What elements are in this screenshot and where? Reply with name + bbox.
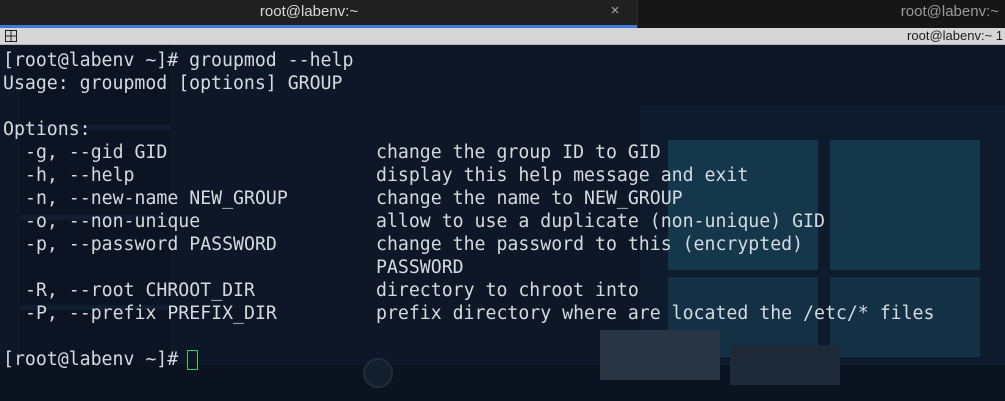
option-description: change the password to this (encrypted)	[376, 234, 804, 255]
tab-bar: root@labenv:~ × root@labenv:~	[0, 0, 1005, 28]
option-description: change the name to NEW_GROUP	[376, 188, 683, 209]
option-flag: -g, --gid GID	[25, 142, 168, 163]
option-flag: -o, --non-unique	[25, 211, 201, 232]
option-description: display this help message and exit	[376, 165, 749, 186]
options-heading: Options:	[3, 119, 91, 140]
option-description: change the group ID to GID	[376, 142, 661, 163]
option-row: -P, --prefix PREFIX_DIR prefix directory …	[3, 302, 934, 325]
usage-line: Usage: groupmod [options] GROUP	[3, 73, 343, 94]
option-description-continued: PASSWORD	[376, 257, 464, 278]
option-row-continuation: PASSWORD	[3, 256, 934, 279]
option-flag: -P, --prefix PREFIX_DIR	[25, 303, 277, 324]
tab-active[interactable]: root@labenv:~ ×	[0, 0, 637, 25]
shell-prompt: [root@labenv ~]#	[3, 50, 190, 71]
option-flag: -h, --help	[25, 165, 135, 186]
strip-title: root@labenv:~ 1	[907, 28, 1003, 43]
option-flag: -p, --password PASSWORD	[25, 234, 277, 255]
tab-inactive-title: root@labenv:~	[900, 3, 999, 20]
option-flag: -n, --new-name NEW_GROUP	[25, 188, 288, 209]
command-text: groupmod --help	[189, 50, 354, 71]
cursor-icon	[187, 349, 199, 370]
split-grid-icon[interactable]	[5, 30, 17, 42]
tab-active-title: root@labenv:~	[259, 3, 359, 20]
tab-inactive[interactable]: root@labenv:~	[637, 0, 1005, 28]
option-row: -R, --root CHROOT_DIR directory to chroot…	[3, 279, 934, 302]
option-row: -g, --gid GID change the group ID to GID	[3, 141, 934, 164]
terminal-output: [root@labenv ~]# groupmod --help Usage: …	[3, 49, 934, 371]
close-icon[interactable]: ×	[605, 1, 625, 21]
option-row: -h, --help display this help message and …	[3, 164, 934, 187]
option-flag: -R, --root CHROOT_DIR	[25, 280, 255, 301]
active-prompt-line[interactable]: [root@labenv ~]#	[3, 348, 934, 371]
option-row: -n, --new-name NEW_GROUP change the name …	[3, 187, 934, 210]
command-line: [root@labenv ~]# groupmod --help	[3, 49, 934, 72]
shell-prompt: [root@labenv ~]#	[3, 349, 179, 370]
option-description: allow to use a duplicate (non-unique) GI…	[376, 211, 825, 232]
option-row: -o, --non-unique allow to use a duplicate…	[3, 210, 934, 233]
terminal-pane[interactable]: [root@labenv ~]# groupmod --help Usage: …	[0, 45, 1005, 401]
option-row: -p, --password PASSWORD change the passwo…	[3, 233, 934, 256]
terminal-title-strip: root@labenv:~ 1	[0, 28, 1005, 45]
option-description: prefix directory where are located the /…	[376, 303, 935, 324]
option-description: directory to chroot into	[376, 280, 639, 301]
